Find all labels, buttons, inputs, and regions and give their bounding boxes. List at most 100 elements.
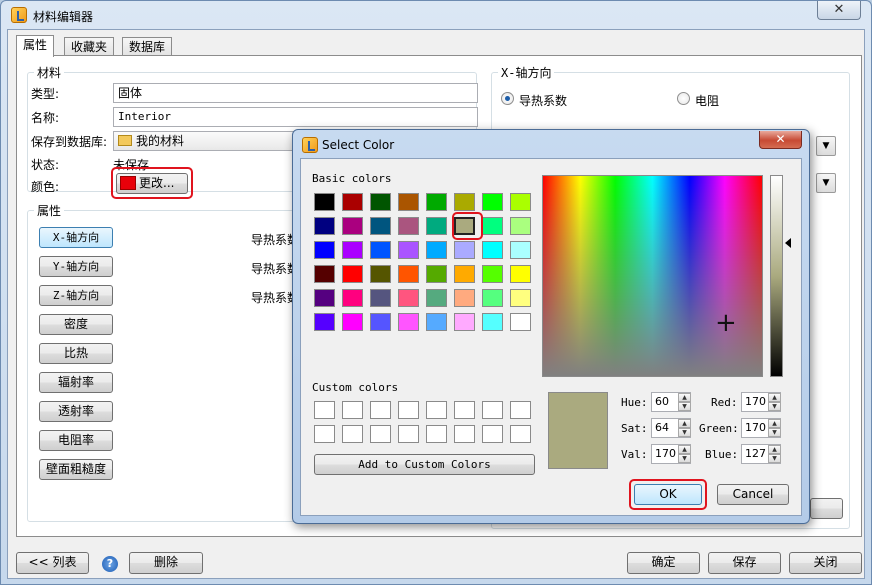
- val-spinner[interactable]: ▲ ▼: [678, 445, 691, 463]
- ok-button-main[interactable]: 确定: [627, 552, 700, 574]
- delete-button[interactable]: 删除: [129, 552, 203, 574]
- basic-color-swatch[interactable]: [398, 193, 419, 211]
- basic-color-swatch[interactable]: [342, 241, 363, 259]
- dialog-close-button[interactable]: ✕: [759, 131, 802, 149]
- basic-color-swatch[interactable]: [342, 193, 363, 211]
- title-bar[interactable]: 材料编辑器 ✕: [1, 1, 871, 29]
- basic-color-swatch[interactable]: [426, 289, 447, 307]
- custom-color-swatch[interactable]: [370, 401, 391, 419]
- custom-color-swatch[interactable]: [342, 425, 363, 443]
- basic-color-swatch[interactable]: [510, 217, 531, 235]
- basic-color-swatch[interactable]: [342, 265, 363, 283]
- basic-color-swatch[interactable]: [370, 217, 391, 235]
- radio-conductivity[interactable]: [501, 92, 514, 105]
- basic-color-swatch[interactable]: [482, 217, 503, 235]
- basic-color-swatch[interactable]: [398, 289, 419, 307]
- basic-color-swatch[interactable]: [426, 241, 447, 259]
- blue-spinner[interactable]: ▲ ▼: [768, 445, 781, 463]
- custom-color-swatch[interactable]: [454, 401, 475, 419]
- save-button[interactable]: 保存: [708, 552, 781, 574]
- basic-color-swatch[interactable]: [314, 193, 335, 211]
- basic-color-swatch[interactable]: [370, 313, 391, 331]
- property-button-emissivity[interactable]: 辐射率: [39, 372, 113, 393]
- basic-color-swatch[interactable]: [510, 289, 531, 307]
- property-button-x-axis[interactable]: X-轴方向: [39, 227, 113, 248]
- list-button[interactable]: << 列表: [16, 552, 89, 574]
- basic-color-swatch[interactable]: [482, 265, 503, 283]
- basic-color-swatch[interactable]: [370, 193, 391, 211]
- basic-color-swatch[interactable]: [454, 313, 475, 331]
- tab-properties[interactable]: 属性: [16, 35, 55, 57]
- property-button-resistivity[interactable]: 电阻率: [39, 430, 113, 451]
- name-field[interactable]: Interior: [113, 107, 478, 127]
- property-button-wall-roughness[interactable]: 壁面粗糙度: [39, 459, 113, 480]
- custom-color-swatch[interactable]: [482, 425, 503, 443]
- basic-color-swatch[interactable]: [482, 241, 503, 259]
- basic-color-swatch[interactable]: [314, 265, 335, 283]
- basic-color-swatch[interactable]: [454, 193, 475, 211]
- basic-color-swatch[interactable]: [314, 289, 335, 307]
- partial-button[interactable]: [810, 498, 843, 519]
- basic-color-swatch[interactable]: [482, 289, 503, 307]
- custom-color-swatch[interactable]: [482, 401, 503, 419]
- green-spinner[interactable]: ▲ ▼: [768, 419, 781, 437]
- luminance-slider[interactable]: [770, 175, 783, 377]
- custom-color-swatch[interactable]: [454, 425, 475, 443]
- type-field[interactable]: 固体: [113, 83, 478, 103]
- custom-color-swatch[interactable]: [426, 425, 447, 443]
- basic-color-swatch[interactable]: [510, 265, 531, 283]
- basic-color-swatch[interactable]: [398, 313, 419, 331]
- basic-color-swatch[interactable]: [426, 265, 447, 283]
- basic-color-swatch[interactable]: [398, 265, 419, 283]
- basic-color-swatch[interactable]: [370, 241, 391, 259]
- basic-color-swatch[interactable]: [314, 241, 335, 259]
- basic-color-swatch[interactable]: [510, 241, 531, 259]
- basic-color-swatch[interactable]: [370, 289, 391, 307]
- basic-color-swatch[interactable]: [314, 217, 335, 235]
- basic-color-swatch[interactable]: [342, 217, 363, 235]
- dropdown-arrow-1[interactable]: ▼: [816, 136, 836, 156]
- basic-color-swatch[interactable]: [342, 289, 363, 307]
- radio-resistance[interactable]: [677, 92, 690, 105]
- basic-color-swatch[interactable]: [426, 217, 447, 235]
- basic-color-swatch[interactable]: [482, 313, 503, 331]
- basic-color-swatch[interactable]: [342, 313, 363, 331]
- custom-color-swatch[interactable]: [370, 425, 391, 443]
- custom-color-swatch[interactable]: [398, 425, 419, 443]
- basic-color-swatch[interactable]: [314, 313, 335, 331]
- basic-color-swatch[interactable]: [426, 313, 447, 331]
- property-button-z-axis[interactable]: Z-轴方向: [39, 285, 113, 306]
- custom-color-swatch[interactable]: [314, 401, 335, 419]
- basic-color-swatch[interactable]: [510, 193, 531, 211]
- close-button[interactable]: 关闭: [789, 552, 862, 574]
- custom-color-swatch[interactable]: [342, 401, 363, 419]
- add-custom-colors-button[interactable]: Add to Custom Colors: [314, 454, 535, 475]
- basic-color-swatch[interactable]: [426, 193, 447, 211]
- basic-color-swatch[interactable]: [454, 265, 475, 283]
- basic-color-swatch[interactable]: [370, 265, 391, 283]
- dropdown-arrow-2[interactable]: ▼: [816, 173, 836, 193]
- custom-color-swatch[interactable]: [398, 401, 419, 419]
- property-button-transmissivity[interactable]: 透射率: [39, 401, 113, 422]
- custom-color-swatch[interactable]: [510, 401, 531, 419]
- property-button-y-axis[interactable]: Y-轴方向: [39, 256, 113, 277]
- basic-color-swatch[interactable]: [398, 241, 419, 259]
- basic-color-swatch[interactable]: [510, 313, 531, 331]
- cancel-button[interactable]: Cancel: [717, 484, 789, 505]
- basic-color-swatch[interactable]: [454, 241, 475, 259]
- basic-color-swatch[interactable]: [454, 289, 475, 307]
- basic-color-swatch[interactable]: [482, 193, 503, 211]
- hue-spinner[interactable]: ▲ ▼: [678, 393, 691, 411]
- custom-color-swatch[interactable]: [314, 425, 335, 443]
- custom-color-swatch[interactable]: [426, 401, 447, 419]
- custom-color-swatch[interactable]: [510, 425, 531, 443]
- help-icon[interactable]: ?: [102, 556, 118, 572]
- basic-color-swatch[interactable]: [398, 217, 419, 235]
- tab-favorites[interactable]: 收藏夹: [64, 37, 115, 56]
- tab-database[interactable]: 数据库: [122, 37, 173, 56]
- luminance-arrow-icon[interactable]: [785, 238, 791, 248]
- property-button-density[interactable]: 密度: [39, 314, 113, 335]
- red-spinner[interactable]: ▲ ▼: [768, 393, 781, 411]
- sat-spinner[interactable]: ▲ ▼: [678, 419, 691, 437]
- color-spectrum[interactable]: +: [542, 175, 763, 377]
